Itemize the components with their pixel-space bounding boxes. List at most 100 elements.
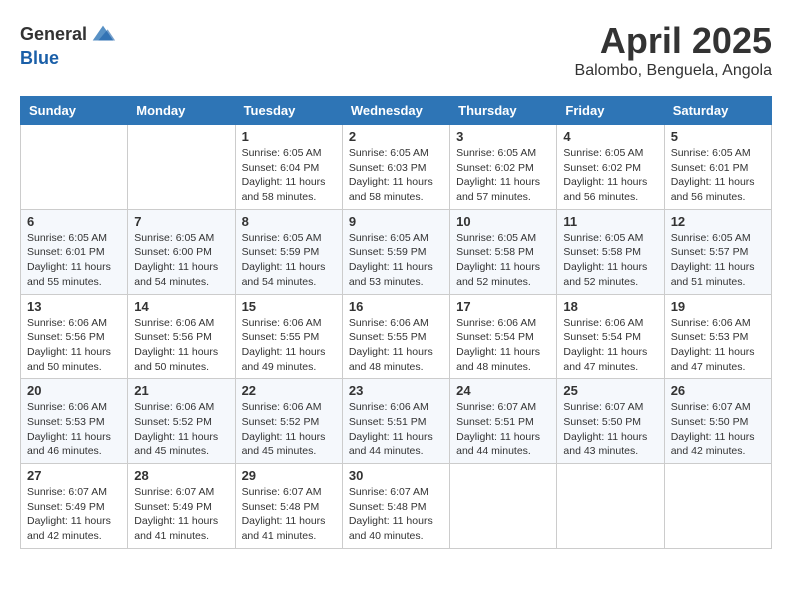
day-info: Sunrise: 6:07 AM Sunset: 5:51 PM Dayligh… [456,400,550,459]
day-info: Sunrise: 6:07 AM Sunset: 5:48 PM Dayligh… [242,485,336,544]
calendar-cell: 24 Sunrise: 6:07 AM Sunset: 5:51 PM Dayli… [450,379,557,464]
day-info: Sunrise: 6:06 AM Sunset: 5:55 PM Dayligh… [349,316,443,375]
day-info: Sunrise: 6:07 AM Sunset: 5:50 PM Dayligh… [563,400,657,459]
day-info: Sunrise: 6:06 AM Sunset: 5:54 PM Dayligh… [456,316,550,375]
day-info: Sunrise: 6:06 AM Sunset: 5:56 PM Dayligh… [27,316,121,375]
calendar-week-row: 20 Sunrise: 6:06 AM Sunset: 5:53 PM Dayli… [21,379,772,464]
calendar-cell [450,464,557,549]
logo: General Blue [20,20,117,69]
day-info: Sunrise: 6:05 AM Sunset: 6:03 PM Dayligh… [349,146,443,205]
day-number: 4 [563,129,657,144]
day-info: Sunrise: 6:05 AM Sunset: 6:02 PM Dayligh… [563,146,657,205]
day-number: 20 [27,383,121,398]
day-number: 5 [671,129,765,144]
day-info: Sunrise: 6:05 AM Sunset: 5:58 PM Dayligh… [456,231,550,290]
day-number: 30 [349,468,443,483]
calendar-cell: 10Sunrise: 6:05 AM Sunset: 5:58 PM Dayli… [450,209,557,294]
day-info: Sunrise: 6:05 AM Sunset: 6:04 PM Dayligh… [242,146,336,205]
day-number: 25 [563,383,657,398]
day-number: 14 [134,299,228,314]
day-number: 15 [242,299,336,314]
logo-icon [89,20,117,48]
calendar-cell: 27 Sunrise: 6:07 AM Sunset: 5:49 PM Dayli… [21,464,128,549]
day-info: Sunrise: 6:05 AM Sunset: 6:02 PM Dayligh… [456,146,550,205]
calendar-cell: 26 Sunrise: 6:07 AM Sunset: 5:50 PM Dayli… [664,379,771,464]
day-number: 6 [27,214,121,229]
day-info: Sunrise: 6:05 AM Sunset: 5:58 PM Dayligh… [563,231,657,290]
day-number: 23 [349,383,443,398]
day-info: Sunrise: 6:06 AM Sunset: 5:52 PM Dayligh… [134,400,228,459]
day-number: 21 [134,383,228,398]
calendar-cell: 5 Sunrise: 6:05 AM Sunset: 6:01 PM Daylig… [664,125,771,210]
day-info: Sunrise: 6:06 AM Sunset: 5:53 PM Dayligh… [671,316,765,375]
calendar-cell: 3 Sunrise: 6:05 AM Sunset: 6:02 PM Daylig… [450,125,557,210]
day-info: Sunrise: 6:05 AM Sunset: 5:57 PM Dayligh… [671,231,765,290]
day-number: 8 [242,214,336,229]
calendar-cell: 28 Sunrise: 6:07 AM Sunset: 5:49 PM Dayli… [128,464,235,549]
calendar-cell: 30Sunrise: 6:07 AM Sunset: 5:48 PM Dayli… [342,464,449,549]
day-info: Sunrise: 6:05 AM Sunset: 6:01 PM Dayligh… [27,231,121,290]
calendar-cell: 7 Sunrise: 6:05 AM Sunset: 6:00 PM Daylig… [128,209,235,294]
day-header-saturday: Saturday [664,97,771,125]
calendar-cell: 14 Sunrise: 6:06 AM Sunset: 5:56 PM Dayli… [128,294,235,379]
day-number: 17 [456,299,550,314]
day-header-monday: Monday [128,97,235,125]
day-number: 19 [671,299,765,314]
calendar-cell: 18Sunrise: 6:06 AM Sunset: 5:54 PM Dayli… [557,294,664,379]
day-number: 18 [563,299,657,314]
calendar-cell: 13 Sunrise: 6:06 AM Sunset: 5:56 PM Dayli… [21,294,128,379]
day-number: 3 [456,129,550,144]
calendar-cell: 15Sunrise: 6:06 AM Sunset: 5:55 PM Dayli… [235,294,342,379]
page-header: General Blue April 2025 Balombo, Benguel… [20,20,772,80]
day-info: Sunrise: 6:06 AM Sunset: 5:56 PM Dayligh… [134,316,228,375]
day-info: Sunrise: 6:06 AM Sunset: 5:53 PM Dayligh… [27,400,121,459]
month-title: April 2025 [575,20,772,62]
day-number: 11 [563,214,657,229]
calendar-cell: 12Sunrise: 6:05 AM Sunset: 5:57 PM Dayli… [664,209,771,294]
day-number: 28 [134,468,228,483]
day-number: 1 [242,129,336,144]
logo-blue-text: Blue [20,48,59,68]
day-info: Sunrise: 6:07 AM Sunset: 5:49 PM Dayligh… [27,485,121,544]
day-header-thursday: Thursday [450,97,557,125]
calendar-cell: 22Sunrise: 6:06 AM Sunset: 5:52 PM Dayli… [235,379,342,464]
calendar-cell: 6 Sunrise: 6:05 AM Sunset: 6:01 PM Daylig… [21,209,128,294]
calendar-cell: 20 Sunrise: 6:06 AM Sunset: 5:53 PM Dayli… [21,379,128,464]
calendar-week-row: 6 Sunrise: 6:05 AM Sunset: 6:01 PM Daylig… [21,209,772,294]
calendar-cell: 8 Sunrise: 6:05 AM Sunset: 5:59 PM Daylig… [235,209,342,294]
calendar-header-row: SundayMondayTuesdayWednesdayThursdayFrid… [21,97,772,125]
day-number: 24 [456,383,550,398]
day-number: 16 [349,299,443,314]
day-number: 7 [134,214,228,229]
calendar-cell [557,464,664,549]
calendar-week-row: 1 Sunrise: 6:05 AM Sunset: 6:04 PM Daylig… [21,125,772,210]
day-info: Sunrise: 6:05 AM Sunset: 5:59 PM Dayligh… [349,231,443,290]
day-info: Sunrise: 6:07 AM Sunset: 5:50 PM Dayligh… [671,400,765,459]
calendar-table: SundayMondayTuesdayWednesdayThursdayFrid… [20,96,772,549]
calendar-cell: 2 Sunrise: 6:05 AM Sunset: 6:03 PM Daylig… [342,125,449,210]
day-info: Sunrise: 6:06 AM Sunset: 5:52 PM Dayligh… [242,400,336,459]
calendar-cell: 9Sunrise: 6:05 AM Sunset: 5:59 PM Daylig… [342,209,449,294]
day-info: Sunrise: 6:05 AM Sunset: 5:59 PM Dayligh… [242,231,336,290]
day-number: 29 [242,468,336,483]
day-header-wednesday: Wednesday [342,97,449,125]
day-number: 27 [27,468,121,483]
day-info: Sunrise: 6:07 AM Sunset: 5:49 PM Dayligh… [134,485,228,544]
day-number: 2 [349,129,443,144]
calendar-cell: 23Sunrise: 6:06 AM Sunset: 5:51 PM Dayli… [342,379,449,464]
calendar-cell [128,125,235,210]
day-number: 26 [671,383,765,398]
calendar-cell: 11 Sunrise: 6:05 AM Sunset: 5:58 PM Dayli… [557,209,664,294]
calendar-cell: 19 Sunrise: 6:06 AM Sunset: 5:53 PM Dayli… [664,294,771,379]
calendar-cell: 21 Sunrise: 6:06 AM Sunset: 5:52 PM Dayli… [128,379,235,464]
calendar-cell: 29 Sunrise: 6:07 AM Sunset: 5:48 PM Dayli… [235,464,342,549]
day-number: 13 [27,299,121,314]
calendar-week-row: 13 Sunrise: 6:06 AM Sunset: 5:56 PM Dayli… [21,294,772,379]
calendar-cell [664,464,771,549]
day-info: Sunrise: 6:05 AM Sunset: 6:00 PM Dayligh… [134,231,228,290]
calendar-cell: 1 Sunrise: 6:05 AM Sunset: 6:04 PM Daylig… [235,125,342,210]
day-info: Sunrise: 6:05 AM Sunset: 6:01 PM Dayligh… [671,146,765,205]
calendar-cell: 16 Sunrise: 6:06 AM Sunset: 5:55 PM Dayli… [342,294,449,379]
title-area: April 2025 Balombo, Benguela, Angola [575,20,772,80]
location-subtitle: Balombo, Benguela, Angola [575,62,772,80]
